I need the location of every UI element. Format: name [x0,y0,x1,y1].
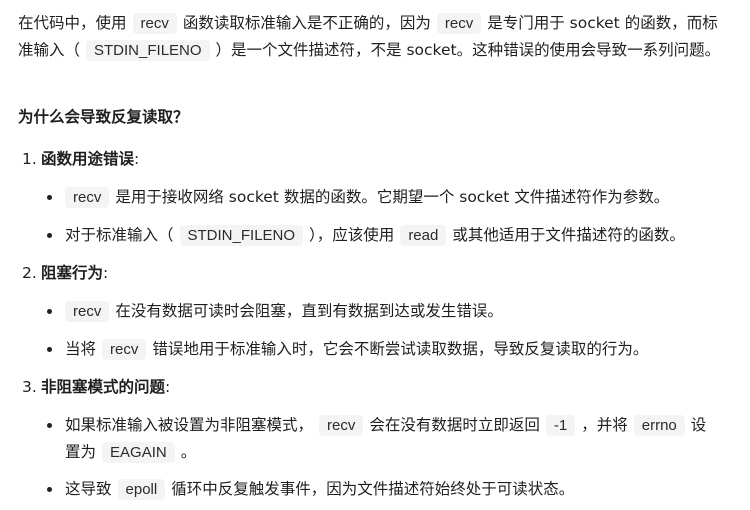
list-item-1: 1. 函数用途错误: [22,146,139,172]
inline-code-recv: recv [319,415,364,436]
list-item-3: 3. 非阻塞模式的问题: [22,374,170,400]
list-item-title: 阻塞行为 [41,264,104,282]
bullet-text: 会在没有数据时立即返回 [369,416,540,434]
inline-code-errno: errno [633,415,685,436]
inline-code-minus-one: -1 [545,415,576,436]
bullet-text: 如果标准输入被设置为非阻塞模式， [65,416,314,434]
intro-text-1: 在代码中，使用 [18,14,127,32]
inline-code-recv: recv [132,13,177,34]
bullet-text: 。 [180,443,197,461]
bullet-text: 当将 [65,340,97,358]
document-page: 在代码中，使用 recv 函数读取标准输入是不正确的，因为 recv 是专门用于 soc… [0,0,750,510]
bullet-dot-icon [47,487,52,492]
bullet-text: 错误地用于标准输入时，它会不断尝试读取数据，导致反复读取的行为。 [152,340,649,358]
inline-code-recv: recv [65,187,110,208]
inline-code-recv: recv [65,301,110,322]
list-item-title: 函数用途错误 [41,150,135,168]
inline-code-eagain: EAGAIN [102,442,175,463]
inline-code-recv: recv [436,13,482,34]
bullet-dot-icon [47,195,52,200]
bullet-dot-icon [47,309,52,314]
bullet-item: 对于标准输入（ STDIN_FILENO ），应该使用 read 或其他适用于文件描述符… [47,222,719,249]
bullet-text: 或其他适用于文件描述符的函数。 [452,226,685,244]
inline-code-stdin: STDIN_FILENO [179,225,304,246]
list-number: 2. [22,264,37,282]
list-item-2: 2. 阻塞行为: [22,260,108,286]
bullet-text: ，并将 [581,416,628,434]
inline-code-read: read [400,225,447,246]
bullet-text: 循环中反复触发事件，因为文件描述符始终处于可读状态。 [171,480,575,498]
intro-text-2: 函数读取标准输入是不正确的，因为 [182,14,431,32]
inline-code-stdin: STDIN_FILENO [86,40,210,61]
inline-code-recv: recv [102,339,147,360]
bullet-item: 当将 recv 错误地用于标准输入时，它会不断尝试读取数据，导致反复读取的行为。 [47,336,719,363]
list-item-colon: : [165,378,171,396]
bullet-item: recv 是用于接收网络 socket 数据的函数。它期望一个 socket 文件… [47,184,719,211]
bullet-dot-icon [47,347,52,352]
bullet-text: ），应该使用 [309,226,395,244]
list-item-colon: : [134,150,140,168]
bullet-dot-icon [47,233,52,238]
list-number: 3. [22,378,37,396]
list-item-colon: : [103,264,109,282]
section-heading: 为什么会导致反复读取？ [18,108,189,126]
list-number: 1. [22,150,37,168]
inline-code-epoll: epoll [117,479,166,500]
bullet-text: 这导致 [65,480,112,498]
intro-text-4: ）是一个文件描述符，不是 socket。这种错误的使用会导致一系列问题。 [215,41,721,59]
bullet-text: 在没有数据可读时会阻塞，直到有数据到达或发生错误。 [115,302,503,320]
bullet-item: 如果标准输入被设置为非阻塞模式， recv 会在没有数据时立即返回 -1 ，并将 errn… [47,412,719,466]
intro-paragraph: 在代码中，使用 recv 函数读取标准输入是不正确的，因为 recv 是专门用于 soc… [18,10,732,64]
bullet-item: recv 在没有数据可读时会阻塞，直到有数据到达或发生错误。 [47,298,719,325]
bullet-text: 对于标准输入（ [65,226,174,244]
bullet-dot-icon [47,423,52,428]
list-item-title: 非阻塞模式的问题 [41,378,166,396]
bullet-item: 这导致 epoll 循环中反复触发事件，因为文件描述符始终处于可读状态。 [47,476,719,503]
bullet-text: 是用于接收网络 socket 数据的函数。它期望一个 socket 文件描述符作… [115,188,670,206]
